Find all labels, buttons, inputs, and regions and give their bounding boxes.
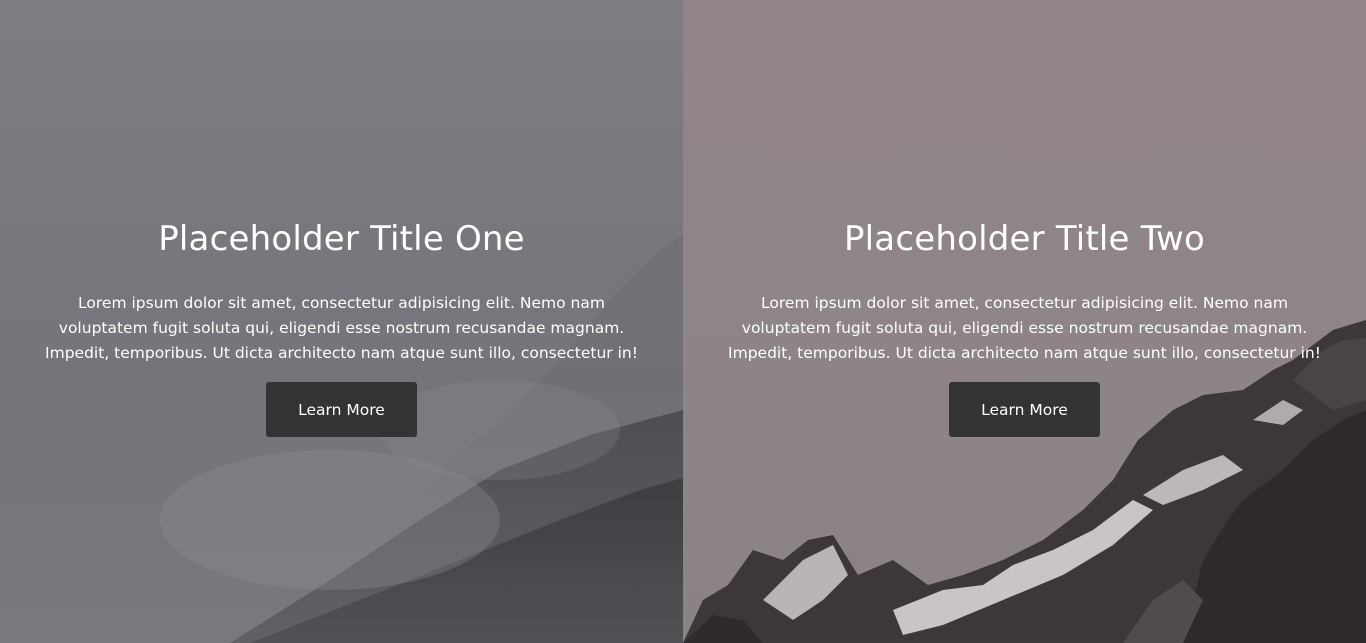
learn-more-button[interactable]: Learn More — [949, 382, 1100, 437]
panel-content: Placeholder Title One Lorem ipsum dolor … — [0, 216, 683, 437]
learn-more-button[interactable]: Learn More — [266, 382, 417, 437]
panel-description: Lorem ipsum dolor sit amet, consectetur … — [45, 294, 638, 362]
hero-panel-one: Placeholder Title One Lorem ipsum dolor … — [0, 0, 683, 643]
hero-panel-two: Placeholder Title Two Lorem ipsum dolor … — [683, 0, 1366, 643]
split-hero: Placeholder Title One Lorem ipsum dolor … — [0, 0, 1366, 643]
panel-content: Placeholder Title Two Lorem ipsum dolor … — [683, 216, 1366, 437]
panel-description: Lorem ipsum dolor sit amet, consectetur … — [728, 294, 1321, 362]
panel-title: Placeholder Title Two — [843, 219, 1206, 259]
panel-title: Placeholder Title One — [158, 219, 525, 259]
